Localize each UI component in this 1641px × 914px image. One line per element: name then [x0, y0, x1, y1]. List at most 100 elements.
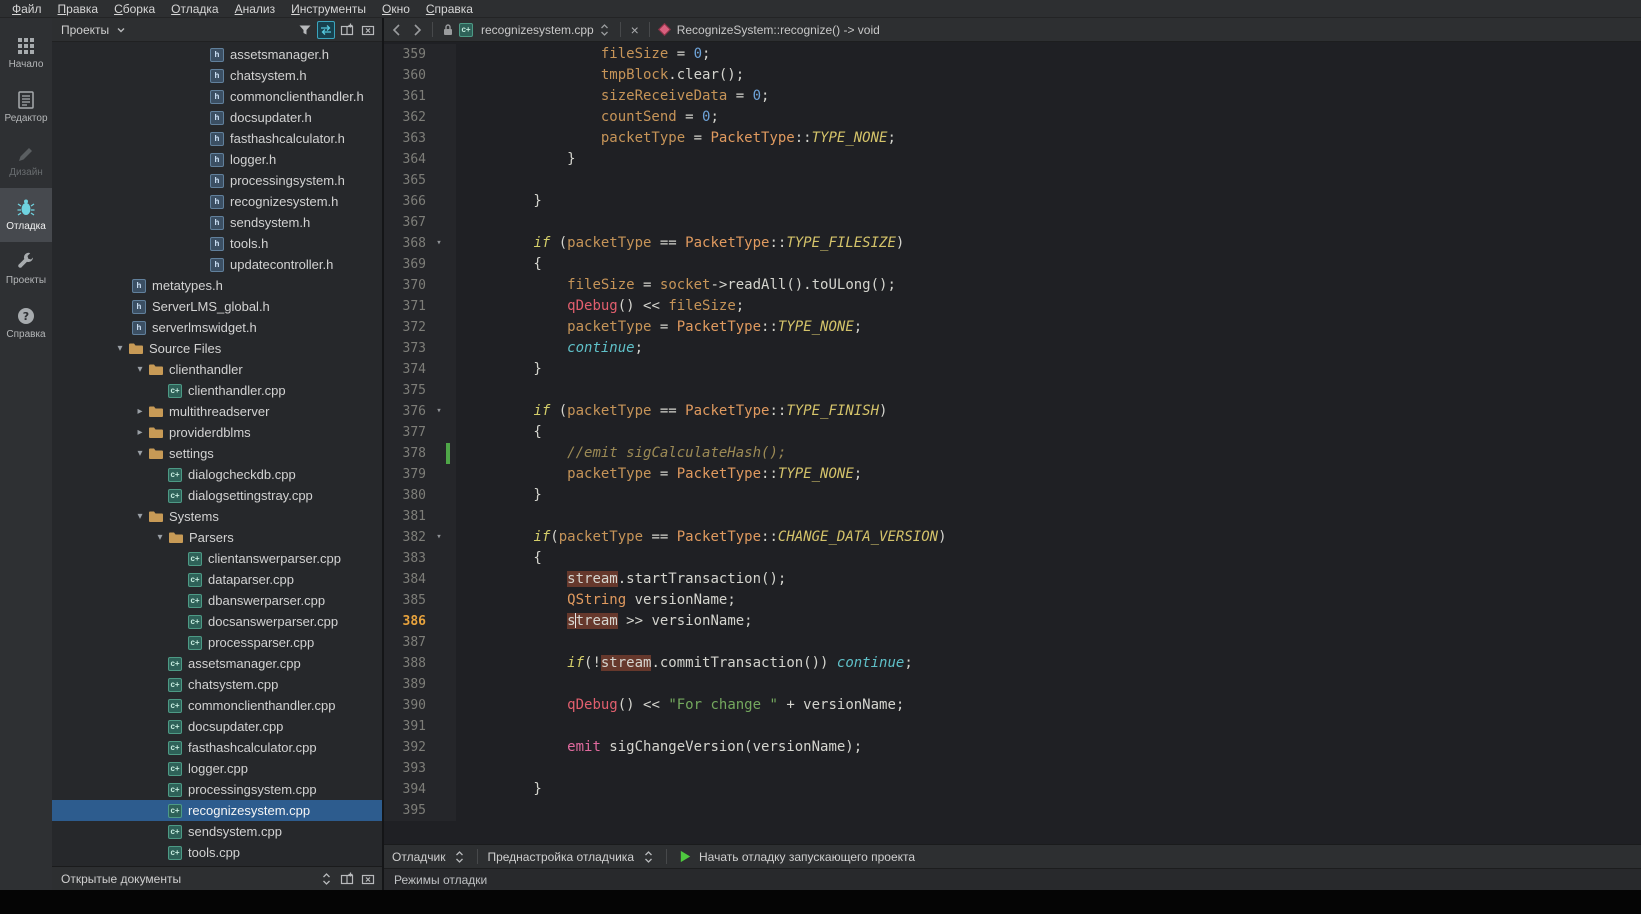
tree-item-ServerLMS_global.h[interactable]: hServerLMS_global.h [52, 296, 382, 317]
fold-marker-icon[interactable]: ▾ [432, 401, 446, 422]
split-pane-icon[interactable] [338, 21, 356, 39]
updown-chevrons-icon[interactable] [317, 870, 335, 888]
code-line[interactable]: 378 //emit sigCalculateHash(); [384, 443, 1641, 464]
code-line-text[interactable]: sizeReceiveData = 0; [456, 86, 769, 107]
code-line-text[interactable] [456, 170, 466, 191]
code-line-text[interactable]: continue; [456, 338, 643, 359]
code-line[interactable]: 367 [384, 212, 1641, 233]
code-line[interactable]: 386 stream >> versionName; [384, 611, 1641, 632]
code-line[interactable]: 389 [384, 674, 1641, 695]
code-line[interactable]: 395 [384, 800, 1641, 821]
menu-item-debug[interactable]: Отладка [163, 0, 226, 18]
code-line[interactable]: 385 QString versionName; [384, 590, 1641, 611]
code-line[interactable]: 391 [384, 716, 1641, 737]
code-line-text[interactable] [456, 758, 466, 779]
mode-item-debug[interactable]: Отладка [0, 188, 52, 242]
tree-item-tools.cpp[interactable]: c+tools.cpp [52, 842, 382, 863]
tree-item-dialogsettingstray.cpp[interactable]: c+dialogsettingstray.cpp [52, 485, 382, 506]
debugger-preset-combo-label[interactable]: Преднастройка отладчика [487, 850, 634, 864]
tree-item-commonclienthandler.h[interactable]: hcommonclienthandler.h [52, 86, 382, 107]
tree-item-dbanswerparser.cpp[interactable]: c+dbanswerparser.cpp [52, 590, 382, 611]
mode-item-design[interactable]: Дизайн [0, 134, 52, 188]
code-line-text[interactable]: } [456, 149, 576, 170]
code-line-text[interactable]: tmpBlock.clear(); [456, 65, 744, 86]
tree-expanded-arrow-icon[interactable]: ▾ [132, 364, 148, 375]
code-line-text[interactable] [456, 212, 466, 233]
code-line[interactable]: 373 continue; [384, 338, 1641, 359]
split-pane-icon[interactable] [338, 870, 356, 888]
code-line-text[interactable]: QString versionName; [456, 590, 736, 611]
menu-item-analyze[interactable]: Анализ [227, 0, 284, 18]
menu-item-window[interactable]: Окно [374, 0, 418, 18]
tree-item-sendsystem.h[interactable]: hsendsystem.h [52, 212, 382, 233]
code-line-text[interactable] [456, 506, 466, 527]
code-line[interactable]: 361 sizeReceiveData = 0; [384, 86, 1641, 107]
tree-collapsed-arrow-icon[interactable]: ▸ [132, 406, 148, 417]
start-debug-label[interactable]: Начать отладку запускающего проекта [699, 850, 915, 864]
code-line[interactable]: 387 [384, 632, 1641, 653]
code-line[interactable]: 380 } [384, 485, 1641, 506]
code-line[interactable]: 360 tmpBlock.clear(); [384, 65, 1641, 86]
code-line[interactable]: 369 { [384, 254, 1641, 275]
tree-item-fasthashcalculator.h[interactable]: hfasthashcalculator.h [52, 128, 382, 149]
code-line-text[interactable]: } [456, 191, 542, 212]
tree-item-sendsystem.cpp[interactable]: c+sendsystem.cpp [52, 821, 382, 842]
tree-item-multithreadserver[interactable]: ▸multithreadserver [52, 401, 382, 422]
code-line-text[interactable]: fileSize = 0; [456, 44, 710, 65]
code-line[interactable]: 382▾ if(packetType == PacketType::CHANGE… [384, 527, 1641, 548]
code-line[interactable]: 370 fileSize = socket->readAll().toULong… [384, 275, 1641, 296]
code-line[interactable]: 364 } [384, 149, 1641, 170]
current-symbol[interactable]: RecognizeSystem::recognize() -> void [677, 23, 880, 37]
tree-item-serverlmswidget.h[interactable]: hserverlmswidget.h [52, 317, 382, 338]
tree-item-docsupdater.cpp[interactable]: c+docsupdater.cpp [52, 716, 382, 737]
code-line[interactable]: 372 packetType = PacketType::TYPE_NONE; [384, 317, 1641, 338]
menu-item-tools[interactable]: Инструменты [283, 0, 374, 18]
tree-item-Parsers[interactable]: ▾Parsers [52, 527, 382, 548]
updown-chevrons-icon[interactable] [639, 848, 657, 866]
code-line-text[interactable]: packetType = PacketType::TYPE_NONE; [456, 128, 896, 149]
code-line-text[interactable]: { [456, 548, 542, 569]
code-line[interactable]: 359 fileSize = 0; [384, 44, 1641, 65]
tree-item-processparser.cpp[interactable]: c+processparser.cpp [52, 632, 382, 653]
code-line-text[interactable]: } [456, 359, 542, 380]
tree-item-chatsystem.cpp[interactable]: c+chatsystem.cpp [52, 674, 382, 695]
tree-item-providerdblms[interactable]: ▸providerdblms [52, 422, 382, 443]
code-line[interactable]: 363 packetType = PacketType::TYPE_NONE; [384, 128, 1641, 149]
code-line[interactable]: 394 } [384, 779, 1641, 800]
debugger-combo-label[interactable]: Отладчик [392, 850, 445, 864]
code-line[interactable]: 393 [384, 758, 1641, 779]
code-line-text[interactable]: if(packetType == PacketType::CHANGE_DATA… [456, 527, 947, 548]
tree-item-recognizesystem.h[interactable]: hrecognizesystem.h [52, 191, 382, 212]
tree-expanded-arrow-icon[interactable]: ▾ [132, 511, 148, 522]
code-line-text[interactable]: stream.startTransaction(); [456, 569, 786, 590]
close-document-icon[interactable]: × [627, 22, 643, 38]
projects-pane-title[interactable]: Проекты [57, 23, 112, 37]
tree-item-Source Files[interactable]: ▾Source Files [52, 338, 382, 359]
code-line[interactable]: 362 countSend = 0; [384, 107, 1641, 128]
code-line[interactable]: 375 [384, 380, 1641, 401]
start-debug-icon[interactable] [676, 848, 694, 866]
code-line-text[interactable]: if (packetType == PacketType::TYPE_FILES… [456, 233, 904, 254]
tree-item-clienthandler.cpp[interactable]: c+clienthandler.cpp [52, 380, 382, 401]
tree-item-chatsystem.h[interactable]: hchatsystem.h [52, 65, 382, 86]
code-line-text[interactable] [456, 380, 466, 401]
tree-item-recognizesystem.cpp[interactable]: c+recognizesystem.cpp [52, 800, 382, 821]
code-line-text[interactable]: //emit sigCalculateHash(); [456, 443, 786, 464]
sync-with-editor-icon[interactable] [317, 21, 335, 39]
code-line-text[interactable]: if (packetType == PacketType::TYPE_FINIS… [456, 401, 887, 422]
tree-item-dataparser.cpp[interactable]: c+dataparser.cpp [52, 569, 382, 590]
forward-icon[interactable] [408, 21, 426, 39]
tree-expanded-arrow-icon[interactable]: ▾ [112, 343, 128, 354]
tree-item-logger.cpp[interactable]: c+logger.cpp [52, 758, 382, 779]
menu-item-help[interactable]: Справка [418, 0, 481, 18]
code-line[interactable]: 388 if(!stream.commitTransaction()) cont… [384, 653, 1641, 674]
code-line[interactable]: 366 } [384, 191, 1641, 212]
tree-item-docsupdater.h[interactable]: hdocsupdater.h [52, 107, 382, 128]
tree-item-fasthashcalculator.cpp[interactable]: c+fasthashcalculator.cpp [52, 737, 382, 758]
code-line-text[interactable]: countSend = 0; [456, 107, 719, 128]
code-line-text[interactable] [456, 632, 466, 653]
tree-expanded-arrow-icon[interactable]: ▾ [132, 448, 148, 459]
tree-item-Systems[interactable]: ▾Systems [52, 506, 382, 527]
code-line[interactable]: 392 emit sigChangeVersion(versionName); [384, 737, 1641, 758]
code-line-text[interactable]: fileSize = socket->readAll().toULong(); [456, 275, 896, 296]
